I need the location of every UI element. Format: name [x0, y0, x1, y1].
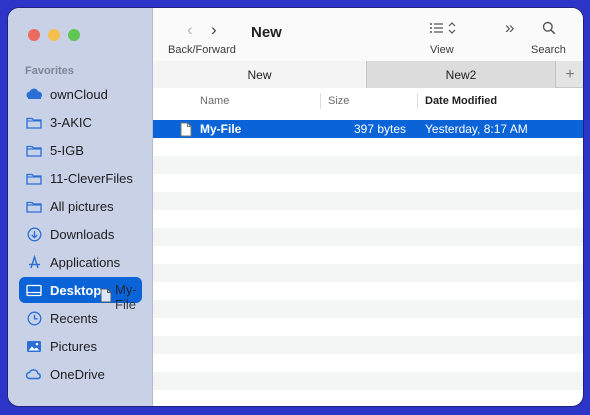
document-icon — [100, 288, 112, 306]
favorites-header: Favorites — [25, 65, 74, 77]
empty-row — [153, 156, 583, 174]
plus-icon: + — [565, 65, 575, 83]
sidebar-item-all-pictures[interactable]: All pictures — [19, 193, 142, 219]
search-icon[interactable] — [542, 21, 556, 40]
sidebar-item-label: Downloads — [50, 226, 115, 242]
download-icon — [25, 226, 43, 242]
sidebar-item-downloads[interactable]: Downloads — [19, 221, 142, 247]
tab-label: New — [247, 67, 272, 82]
sidebar-item-label: Applications — [50, 254, 121, 270]
list-view-icon[interactable] — [429, 21, 459, 40]
forward-icon[interactable]: › — [211, 20, 217, 40]
document-icon — [180, 120, 192, 138]
drag-ghost: My-File — [100, 282, 152, 312]
new-tab-button[interactable]: + — [557, 61, 583, 88]
main-pane: ‹ › Back/Forward New View » Search New N… — [153, 8, 583, 406]
sidebar-item-label: All pictures — [50, 198, 114, 214]
empty-row — [153, 192, 583, 210]
sidebar-item-pictures[interactable]: Pictures — [19, 333, 142, 359]
finder-window: Favorites ownCloud 3-AKIC 5-IGB 11-Cleve… — [8, 8, 583, 406]
more-tools-icon[interactable]: » — [505, 18, 514, 38]
sidebar-item-label: OneDrive — [50, 366, 105, 382]
empty-row — [153, 282, 583, 300]
column-divider[interactable] — [417, 93, 418, 109]
empty-row — [153, 372, 583, 390]
back-icon[interactable]: ‹ — [187, 20, 193, 40]
sidebar-item-label: ownCloud — [50, 86, 108, 102]
sidebar-item-onedrive[interactable]: OneDrive — [19, 361, 142, 387]
table-row[interactable]: My-File 397 bytes Yesterday, 8:17 AM — [153, 120, 583, 138]
window-title: New — [251, 24, 282, 41]
column-header: Name Size Date Modified — [153, 89, 583, 113]
folder-icon — [25, 114, 43, 130]
file-date: Yesterday, 8:17 AM — [425, 122, 528, 136]
sidebar-item-5-igb[interactable]: 5-IGB — [19, 137, 142, 163]
cloud-icon — [25, 86, 43, 102]
folder-icon — [25, 170, 43, 186]
photo-icon — [25, 338, 43, 354]
sidebar-item-label: Recents — [50, 310, 98, 326]
sidebar-item-11-cleverfiles[interactable]: 11-CleverFiles — [19, 165, 142, 191]
sidebar-item-label: Pictures — [50, 338, 97, 354]
column-name[interactable]: Name — [200, 89, 229, 113]
file-list: My-File 397 bytes Yesterday, 8:17 AM — [153, 120, 583, 406]
sidebar-item-owncloud[interactable]: ownCloud — [19, 81, 142, 107]
drag-ghost-label: My-File — [115, 282, 137, 312]
empty-row — [153, 336, 583, 354]
back-forward-label: Back/Forward — [168, 44, 236, 56]
sidebar-item-label: Desktop — [50, 282, 102, 298]
search-label: Search — [531, 44, 566, 56]
sidebar-item-3-akic[interactable]: 3-AKIC — [19, 109, 142, 135]
empty-row — [153, 246, 583, 264]
file-name: My-File — [200, 122, 242, 136]
sidebar-item-applications[interactable]: Applications — [19, 249, 142, 275]
zoom-window-button[interactable] — [68, 29, 80, 41]
toolbar: ‹ › Back/Forward New View » Search — [153, 8, 583, 61]
column-size[interactable]: Size — [328, 89, 349, 113]
sidebar: Favorites ownCloud 3-AKIC 5-IGB 11-Cleve… — [8, 8, 153, 406]
column-divider[interactable] — [320, 93, 321, 109]
tab-bar: New New2 + — [153, 61, 583, 88]
empty-row — [153, 264, 583, 282]
folder-icon — [25, 142, 43, 158]
sidebar-item-label: 11-CleverFiles — [50, 170, 133, 186]
tab-new[interactable]: New — [153, 61, 366, 88]
empty-row — [153, 300, 583, 318]
close-window-button[interactable] — [28, 29, 40, 41]
empty-row — [153, 228, 583, 246]
onedrive-icon — [25, 366, 43, 382]
tab-new2[interactable]: New2 — [366, 61, 556, 88]
desktop-icon — [25, 282, 43, 298]
empty-row — [153, 210, 583, 228]
empty-row — [153, 174, 583, 192]
clock-icon — [25, 310, 43, 326]
view-label: View — [430, 44, 454, 56]
applications-icon — [25, 254, 43, 270]
minimize-window-button[interactable] — [48, 29, 60, 41]
tab-label: New2 — [445, 67, 477, 82]
empty-row — [153, 138, 583, 156]
empty-row — [153, 354, 583, 372]
folder-icon — [25, 198, 43, 214]
sidebar-item-label: 3-AKIC — [50, 114, 92, 130]
empty-row — [153, 318, 583, 336]
sidebar-item-label: 5-IGB — [50, 142, 84, 158]
column-date-modified[interactable]: Date Modified — [425, 89, 497, 113]
file-size: 397 bytes — [354, 122, 407, 136]
